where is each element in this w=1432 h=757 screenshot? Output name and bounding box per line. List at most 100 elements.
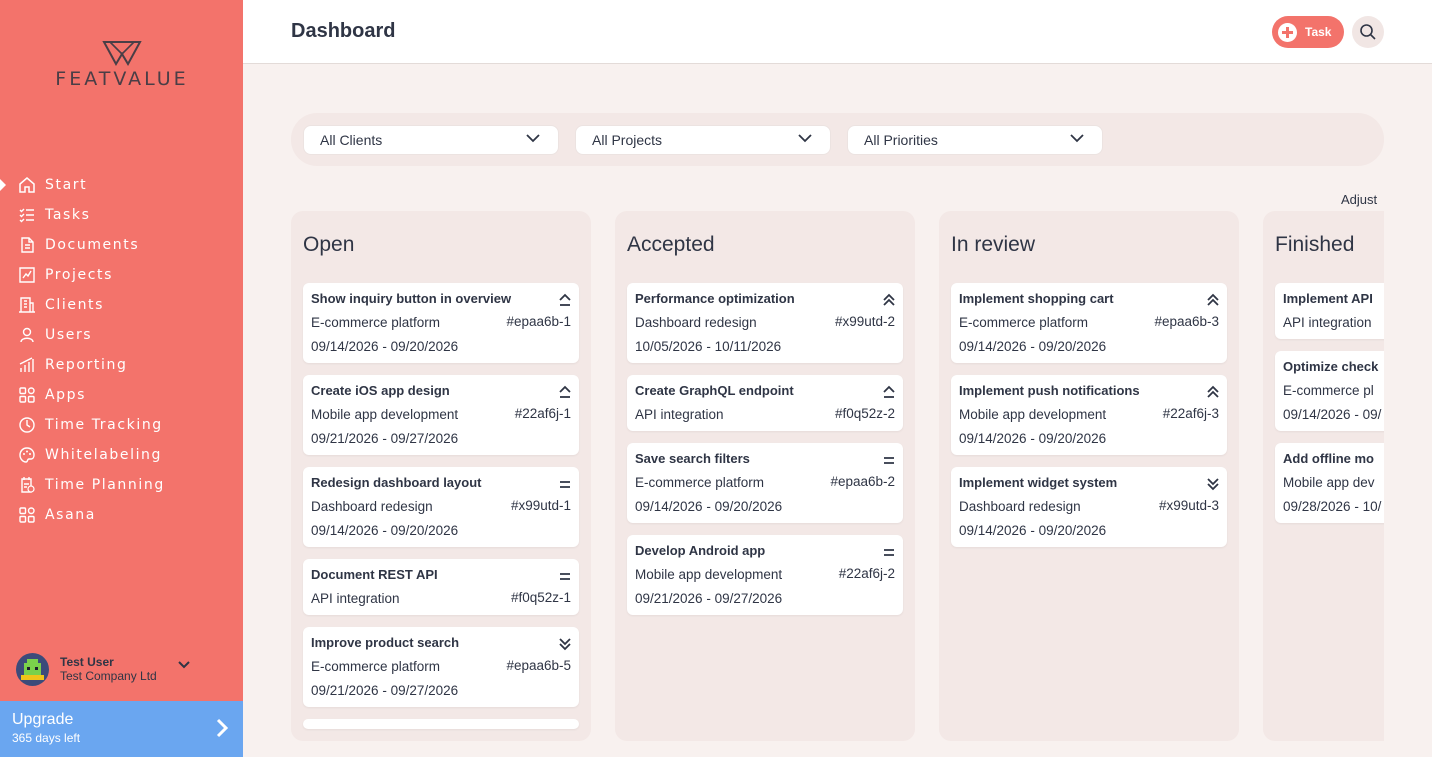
task-id: #22af6j-1 bbox=[514, 406, 571, 421]
task-title: Redesign dashboard layout bbox=[311, 475, 482, 490]
task-id: #x99utd-2 bbox=[834, 314, 895, 329]
task-card[interactable]: Document REST API API integration #f0q52… bbox=[303, 559, 579, 615]
task-card[interactable]: Add offline mo Mobile app dev 09/28/2026… bbox=[1275, 443, 1384, 523]
column-open: Open Show inquiry button in overview E-c… bbox=[291, 211, 591, 741]
whitelabeling-icon bbox=[19, 447, 35, 463]
task-project: E-commerce pl bbox=[1283, 383, 1374, 398]
sidebar-item-documents[interactable]: Documents bbox=[0, 230, 243, 260]
sidebar-item-label: Whitelabeling bbox=[45, 447, 163, 463]
add-task-label: Task bbox=[1305, 25, 1332, 39]
task-id: #f0q52z-1 bbox=[510, 590, 571, 605]
priority-highest-icon bbox=[883, 293, 895, 306]
search-icon bbox=[1360, 24, 1376, 40]
task-title: Implement API bbox=[1283, 291, 1373, 306]
task-dates: 09/14/2026 - 09/20/2026 bbox=[959, 523, 1107, 538]
sidebar-item-label: Clients bbox=[45, 297, 105, 313]
adjust-link[interactable]: Adjust bbox=[1341, 192, 1377, 207]
featvalue-logo[interactable]: FEATVALUE bbox=[36, 40, 208, 90]
sidebar-item-tasks[interactable]: Tasks bbox=[0, 200, 243, 230]
task-card[interactable]: Performance optimization Dashboard redes… bbox=[627, 283, 903, 363]
task-project: E-commerce platform bbox=[311, 659, 441, 674]
task-card[interactable]: Implement shopping cart E-commerce platf… bbox=[951, 283, 1227, 363]
task-id: #epaa6b-2 bbox=[830, 474, 895, 489]
avatar-icon bbox=[21, 658, 44, 680]
sidebar-item-apps[interactable]: Apps bbox=[0, 380, 243, 410]
add-task-button[interactable]: Task bbox=[1272, 16, 1344, 48]
task-card[interactable]: Create GraphQL endpoint API integration … bbox=[627, 375, 903, 431]
task-dates: 09/14/2026 - 09/20/2026 bbox=[311, 523, 459, 538]
sidebar-item-projects[interactable]: Projects bbox=[0, 260, 243, 290]
task-project: Dashboard redesign bbox=[635, 315, 757, 330]
priority-filter-select[interactable]: All Priorities bbox=[847, 125, 1103, 155]
chevron-down-icon[interactable] bbox=[178, 661, 190, 669]
sidebar-nav: Start Tasks Documents Projects Clients U… bbox=[0, 170, 243, 530]
sidebar-item-label: Projects bbox=[45, 267, 113, 283]
task-card[interactable]: Implement API API integration bbox=[1275, 283, 1384, 339]
user-name: Test User bbox=[60, 655, 114, 669]
task-project: API integration bbox=[1283, 315, 1372, 330]
column-in-review: In review Implement shopping cart E-comm… bbox=[939, 211, 1239, 741]
user-menu[interactable]: Test User Test Company Ltd bbox=[16, 651, 226, 687]
task-project: E-commerce platform bbox=[959, 315, 1089, 330]
task-card[interactable]: Implement widget system Dashboard redesi… bbox=[951, 467, 1227, 547]
sidebar-item-time-planning[interactable]: Time Planning bbox=[0, 470, 243, 500]
search-button[interactable] bbox=[1352, 16, 1384, 48]
priority-medium-icon bbox=[884, 457, 894, 464]
task-title: Optimize check bbox=[1283, 359, 1379, 374]
sidebar-item-label: Tasks bbox=[45, 207, 91, 223]
task-card[interactable]: Optimize check E-commerce pl 09/14/2026 … bbox=[1275, 351, 1384, 431]
sidebar-item-label: Asana bbox=[45, 507, 96, 523]
sidebar-item-reporting[interactable]: Reporting bbox=[0, 350, 243, 380]
task-project: API integration bbox=[635, 407, 724, 422]
sidebar-item-asana[interactable]: Asana bbox=[0, 500, 243, 530]
user-company: Test Company Ltd bbox=[60, 669, 157, 683]
priority-highest-icon bbox=[1207, 385, 1219, 398]
task-card[interactable]: Show inquiry button in overview E-commer… bbox=[303, 283, 579, 363]
task-title: Develop Android app bbox=[635, 543, 766, 558]
task-card-partial[interactable] bbox=[303, 719, 579, 729]
sidebar-item-users[interactable]: Users bbox=[0, 320, 243, 350]
logo-mark-icon bbox=[102, 41, 142, 66]
task-card[interactable]: Implement push notifications Mobile app … bbox=[951, 375, 1227, 455]
avatar bbox=[16, 652, 49, 686]
project-filter-select[interactable]: All Projects bbox=[575, 125, 831, 155]
task-dates: 09/21/2026 - 09/27/2026 bbox=[635, 591, 783, 606]
client-filter-select[interactable]: All Clients bbox=[303, 125, 559, 155]
column-title: Open bbox=[303, 233, 355, 256]
task-id: #epaa6b-1 bbox=[506, 314, 571, 329]
task-title: Show inquiry button in overview bbox=[311, 291, 512, 306]
task-project: E-commerce platform bbox=[311, 315, 441, 330]
task-card[interactable]: Redesign dashboard layout Dashboard rede… bbox=[303, 467, 579, 547]
logo-text: FEATVALUE bbox=[55, 68, 189, 90]
upgrade-title: Upgrade bbox=[12, 711, 74, 728]
priority-lowest-icon bbox=[1207, 478, 1219, 491]
task-dates: 09/21/2026 - 09/27/2026 bbox=[311, 683, 459, 698]
column-title: Accepted bbox=[627, 233, 715, 256]
sidebar-item-time-tracking[interactable]: Time Tracking bbox=[0, 410, 243, 440]
task-project: Mobile app development bbox=[635, 567, 783, 582]
task-project: Mobile app development bbox=[311, 407, 459, 422]
task-card[interactable]: Improve product search E-commerce platfo… bbox=[303, 627, 579, 707]
upgrade-banner[interactable]: Upgrade 365 days left bbox=[0, 701, 243, 757]
task-card[interactable]: Create iOS app design Mobile app develop… bbox=[303, 375, 579, 455]
task-card[interactable]: Save search filters E-commerce platform … bbox=[627, 443, 903, 523]
sidebar-item-clients[interactable]: Clients bbox=[0, 290, 243, 320]
task-project: Mobile app development bbox=[959, 407, 1107, 422]
priority-lowest-icon bbox=[559, 638, 571, 651]
task-card[interactable]: Develop Android app Mobile app developme… bbox=[627, 535, 903, 615]
task-title: Add offline mo bbox=[1283, 451, 1374, 466]
tasks-icon bbox=[19, 208, 34, 223]
task-dates: 09/14/2026 - 09/20/2026 bbox=[959, 431, 1107, 446]
sidebar-item-label: Start bbox=[45, 177, 88, 193]
task-id: #f0q52z-2 bbox=[834, 406, 895, 421]
priority-medium-icon bbox=[560, 481, 570, 488]
sidebar-item-whitelabeling[interactable]: Whitelabeling bbox=[0, 440, 243, 470]
task-id: #x99utd-3 bbox=[1158, 498, 1219, 513]
task-title: Save search filters bbox=[635, 451, 750, 466]
filter-bar: All Clients All Projects All Priorities bbox=[291, 113, 1384, 166]
column-title: In review bbox=[951, 233, 1036, 256]
task-dates: 10/05/2026 - 10/11/2026 bbox=[635, 339, 782, 354]
sidebar-item-label: Apps bbox=[45, 387, 87, 403]
sidebar-item-start[interactable]: Start bbox=[0, 170, 243, 200]
task-id: #22af6j-3 bbox=[1162, 406, 1219, 421]
